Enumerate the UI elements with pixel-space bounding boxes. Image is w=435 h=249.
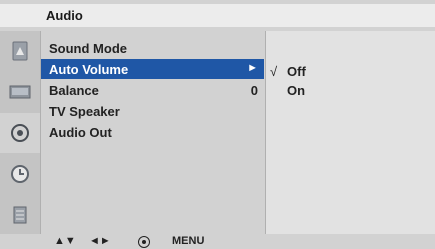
menu-item-auto-volume[interactable]: Auto Volume ► <box>41 59 264 79</box>
menu-item-sound-mode[interactable]: Sound Mode <box>41 38 264 58</box>
category-icon-column <box>0 31 41 234</box>
audio-menu-list: Sound Mode Auto Volume ► Balance 0 TV Sp… <box>41 31 264 234</box>
ok-button-icon <box>138 236 150 248</box>
auto-volume-submenu: √ Off On <box>265 31 435 234</box>
menu-item-label: Auto Volume <box>49 62 129 77</box>
menu-item-label: Audio Out <box>49 125 112 140</box>
menu-item-balance[interactable]: Balance 0 <box>41 80 264 100</box>
menu-item-audio-out[interactable]: Audio Out <box>41 122 264 142</box>
chevron-right-icon: ► <box>247 62 258 74</box>
option-icon[interactable] <box>0 195 40 235</box>
menu-item-label: Sound Mode <box>49 41 127 56</box>
page-title: Audio <box>46 8 83 23</box>
option-label: Off <box>287 64 306 79</box>
menu-item-tv-speaker[interactable]: TV Speaker <box>41 101 264 121</box>
menu-item-label: TV Speaker <box>49 104 120 119</box>
audio-icon[interactable] <box>0 113 40 153</box>
time-icon[interactable] <box>0 154 40 194</box>
screen-icon[interactable] <box>0 72 40 112</box>
menu-hint-label: MENU <box>172 235 205 247</box>
nav-hint-bar: ▲▼ ◄► MENU <box>0 235 435 249</box>
option-on[interactable]: On <box>266 81 435 99</box>
title-bar: Audio <box>0 4 435 27</box>
tv-osd-menu: Audio Sound Mode Auto Volume ► Balance 0… <box>0 0 435 249</box>
up-down-arrows-icon: ▲▼ <box>54 235 76 247</box>
left-right-arrows-icon: ◄► <box>89 235 111 247</box>
balance-value: 0 <box>250 83 258 98</box>
picture-icon[interactable] <box>0 31 40 71</box>
check-icon: √ <box>270 64 278 79</box>
menu-item-label: Balance <box>49 83 99 98</box>
option-off[interactable]: √ Off <box>266 62 435 80</box>
option-label: On <box>287 83 306 98</box>
